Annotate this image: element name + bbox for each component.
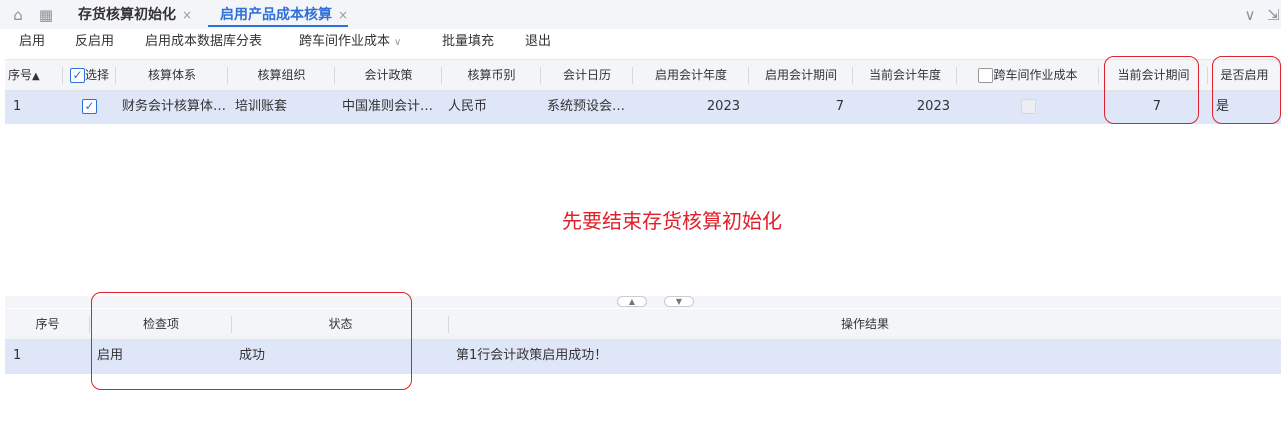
tab-inventory-init[interactable]: 存货核算初始化 × [78,5,192,27]
annotation-text: 先要结束存货核算初始化 [562,209,782,233]
row-select-checkbox[interactable]: ✓ [82,99,97,114]
cell-calendar[interactable]: 系统预设会… [547,91,633,124]
highlight-enabled [1212,56,1281,124]
tab-bar: ⌂ ▦ 存货核算初始化 × 启用产品成本核算 × ∨ ⇲ [0,0,1281,29]
tab-label: 启用产品成本核算 [220,7,332,23]
col-current-year[interactable]: 当前会计年度 [853,60,957,91]
disable-button[interactable]: 反启用 [75,33,114,51]
cross-workshop-label: 跨车间作业成本 [299,34,391,49]
cell-system[interactable]: 财务会计核算体… [122,91,228,124]
enable-button[interactable]: 启用 [19,33,45,51]
toolbar: 启用 反启用 启用成本数据库分表 跨车间作业成本 ∨ 批量填充 退出 [0,29,1281,55]
col-start-period[interactable]: 启用会计期间 [749,60,853,91]
select-all-checkbox[interactable]: ✓ [69,68,85,83]
collapse-up-icon[interactable]: ▲ [617,296,647,307]
collapse-down-icon[interactable]: ▼ [664,296,694,307]
col-seq[interactable]: 序号 [5,309,90,340]
cell-result: 第1行会计政策启用成功！ [456,348,608,363]
cross-workshop-menu[interactable]: 跨车间作业成本 ∨ [299,33,401,52]
tab-label: 存货核算初始化 [78,7,176,23]
col-seq[interactable]: 序号▲ [5,60,63,91]
chevron-down-icon[interactable]: ∨ [1241,6,1259,24]
cell-start-period[interactable]: 7 [749,91,844,124]
col-calendar[interactable]: 会计日历 [541,60,633,91]
cell-org[interactable]: 培训账套 [235,91,335,124]
col-org[interactable]: 核算组织 [228,60,335,91]
close-icon[interactable]: × [338,8,348,22]
tab-enable-cost[interactable]: 启用产品成本核算 × [208,5,349,27]
cell-select[interactable]: ✓ [63,91,116,124]
expand-icon[interactable]: ⇲ [1266,6,1281,24]
apps-icon[interactable]: ▦ [37,6,55,24]
cross-workshop-checkbox [1020,99,1036,114]
table-row[interactable]: 1 ✓ 财务会计核算体… 培训账套 中国准则会计… 人民币 系统预设会… 202… [5,91,1281,124]
cross-workshop-all-checkbox[interactable] [978,68,994,83]
cell-cross-workshop [957,91,1099,124]
col-currency[interactable]: 核算币别 [442,60,541,91]
chevron-down-icon: ∨ [394,37,402,48]
highlight-check-status [91,292,412,390]
col-policy[interactable]: 会计政策 [335,60,442,91]
col-result[interactable]: 操作结果 [449,309,1281,340]
db-category-button[interactable]: 启用成本数据库分表 [145,33,262,51]
home-icon[interactable]: ⌂ [9,6,27,24]
cell-current-year[interactable]: 2023 [853,91,950,124]
cell-seq: 1 [13,99,22,114]
cell-seq: 1 [13,348,22,363]
col-start-year[interactable]: 启用会计年度 [633,60,749,91]
upper-grid-header: 序号▲ ✓ 选择 核算体系 核算组织 会计政策 核算币别 会计日历 启用会计年度 … [5,59,1281,91]
cell-start-year[interactable]: 2023 [633,91,740,124]
sort-asc-icon: ▲ [32,71,40,82]
highlight-current-period [1104,56,1199,124]
app-window: ⌂ ▦ 存货核算初始化 × 启用产品成本核算 × ∨ ⇲ 启用 反启用 启用成本数据… [0,0,1281,423]
exit-button[interactable]: 退出 [525,33,551,51]
col-system[interactable]: 核算体系 [116,60,228,91]
cell-policy[interactable]: 中国准则会计… [342,91,442,124]
cell-currency[interactable]: 人民币 [448,91,541,124]
col-select[interactable]: ✓ 选择 [63,60,116,91]
col-cross-workshop[interactable]: 跨车间作业成本 [957,60,1099,91]
batch-fill-button[interactable]: 批量填充 [442,33,494,51]
close-icon[interactable]: × [182,8,192,22]
